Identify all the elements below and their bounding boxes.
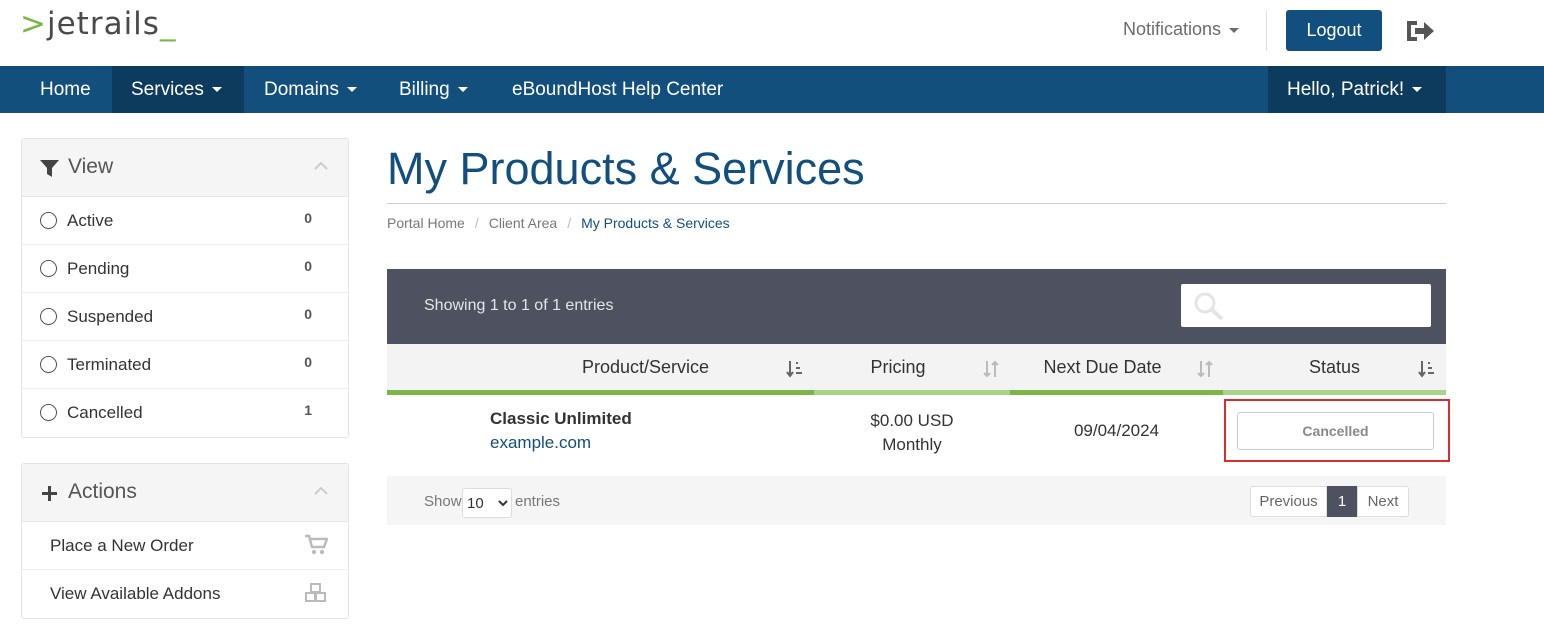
top-header: >jetrails_ Notifications Logout: [0, 0, 1544, 66]
product-domain-link[interactable]: example.com: [490, 433, 591, 453]
table-footer: Show 10 entries Previous 1 Next: [387, 476, 1446, 525]
logo-suffix: _: [159, 6, 177, 42]
nav-services[interactable]: Services: [112, 66, 244, 113]
view-panel-header[interactable]: View: [22, 139, 348, 197]
nav-billing[interactable]: Billing: [380, 66, 487, 113]
nav-home[interactable]: Home: [21, 66, 110, 113]
breadcrumb: Portal Home / Client Area / My Products & Se…: [387, 215, 730, 231]
nav-home-label: Home: [40, 79, 91, 100]
product-pricing: $0.00 USD Monthly: [812, 409, 1012, 457]
column-header-due-date[interactable]: Next Due Date: [1010, 344, 1223, 395]
chevron-up-icon[interactable]: [314, 161, 328, 171]
product-name: Classic Unlimited: [490, 409, 632, 428]
filter-cancelled[interactable]: Cancelled 1: [22, 389, 348, 437]
filter-terminated[interactable]: Terminated 0: [22, 341, 348, 389]
entries-label: entries: [515, 493, 561, 510]
pagination-previous[interactable]: Previous: [1250, 486, 1327, 517]
filter-label: Suspended: [67, 307, 154, 326]
page-size-select[interactable]: 10: [462, 488, 512, 518]
showing-entries-text: Showing 1 to 1 of 1 entries: [424, 297, 614, 314]
logo-name: jetrails: [46, 6, 160, 42]
nav-help-center-label: eBoundHost Help Center: [512, 79, 724, 100]
action-label: Place a New Order: [50, 536, 194, 555]
filter-count: 0: [304, 258, 312, 274]
filter-count: 0: [304, 354, 312, 370]
actions-panel-header[interactable]: Actions: [22, 464, 348, 522]
column-header-blank: [387, 344, 477, 395]
action-label: View Available Addons: [50, 584, 221, 603]
show-label: Show: [424, 493, 462, 510]
next-due-date: 09/04/2024: [1073, 421, 1160, 440]
search-icon: [1194, 292, 1224, 321]
main-navbar: Home Services Domains Billing eBoundHost…: [0, 66, 1544, 113]
column-label: Product/Service: [581, 357, 710, 377]
column-label: Pricing: [870, 357, 926, 377]
view-panel-title: View: [68, 155, 114, 178]
filter-pending[interactable]: Pending 0: [22, 245, 348, 293]
nav-domains[interactable]: Domains: [245, 66, 376, 113]
notifications-dropdown[interactable]: Notifications: [1123, 19, 1240, 40]
pagination-page-1[interactable]: 1: [1327, 486, 1357, 517]
sort-desc-icon: [1418, 361, 1434, 378]
filter-suspended[interactable]: Suspended 0: [22, 293, 348, 341]
sign-out-icon[interactable]: [1404, 17, 1436, 45]
cubes-icon: [305, 583, 326, 602]
price-amount: $0.00 USD: [870, 411, 954, 430]
view-panel: View Active 0 Pending 0 Suspended 0 Term…: [21, 138, 349, 438]
radio-button[interactable]: [40, 404, 57, 421]
filter-label: Active: [67, 211, 114, 230]
filter-active[interactable]: Active 0: [22, 197, 348, 245]
breadcrumb-portal-home[interactable]: Portal Home: [387, 215, 465, 231]
filter-count: 0: [304, 306, 312, 322]
status-badge[interactable]: Cancelled: [1237, 412, 1434, 450]
radio-button[interactable]: [40, 356, 57, 373]
notifications-label: Notifications: [1123, 19, 1222, 39]
radio-button[interactable]: [40, 308, 57, 325]
logout-button[interactable]: Logout: [1286, 10, 1382, 51]
nav-user-label: Hello, Patrick!: [1287, 79, 1405, 100]
filter-count: 1: [304, 402, 312, 418]
breadcrumb-current: My Products & Services: [581, 215, 730, 231]
plus-icon: [42, 486, 57, 501]
filter-label: Cancelled: [67, 403, 143, 422]
actions-panel-title: Actions: [68, 480, 137, 503]
caret-down-icon: [1412, 87, 1423, 93]
caret-down-icon: [211, 87, 222, 93]
cart-icon: [305, 534, 328, 555]
filter-label: Pending: [67, 259, 130, 278]
nav-help-center[interactable]: eBoundHost Help Center: [493, 66, 742, 113]
logo-prefix: >: [20, 6, 47, 42]
caret-down-icon: [457, 87, 468, 93]
billing-cycle: Monthly: [882, 435, 942, 454]
sort-both-icon: [1197, 360, 1213, 378]
chevron-up-icon[interactable]: [314, 486, 328, 496]
actions-panel: Actions Place a New Order View Available…: [21, 463, 349, 619]
radio-button[interactable]: [40, 260, 57, 277]
column-header-status[interactable]: Status: [1223, 344, 1446, 395]
pagination-next[interactable]: Next: [1357, 486, 1409, 517]
caret-down-icon: [1229, 27, 1240, 33]
jetrails-logo[interactable]: >jetrails_: [20, 6, 176, 42]
radio-button[interactable]: [40, 212, 57, 229]
action-place-order[interactable]: Place a New Order: [22, 522, 348, 570]
filter-label: Terminated: [67, 355, 152, 374]
filter-icon: [40, 160, 59, 177]
column-label: Status: [1308, 357, 1361, 377]
breadcrumb-client-area[interactable]: Client Area: [489, 215, 557, 231]
nav-domains-label: Domains: [264, 79, 339, 100]
action-view-addons[interactable]: View Available Addons: [22, 570, 348, 618]
filter-count: 0: [304, 210, 312, 226]
nav-user-menu[interactable]: Hello, Patrick!: [1268, 66, 1446, 113]
column-header-product[interactable]: Product/Service: [477, 344, 814, 395]
nav-services-label: Services: [131, 79, 204, 100]
table-toolbar: Showing 1 to 1 of 1 entries: [387, 269, 1446, 344]
header-divider: [1266, 11, 1267, 51]
page-title: My Products & Services: [387, 143, 865, 194]
nav-billing-label: Billing: [399, 79, 450, 100]
column-header-pricing[interactable]: Pricing: [814, 344, 1010, 395]
column-label: Next Due Date: [1043, 357, 1162, 377]
title-divider: [387, 203, 1446, 204]
caret-down-icon: [346, 87, 357, 93]
